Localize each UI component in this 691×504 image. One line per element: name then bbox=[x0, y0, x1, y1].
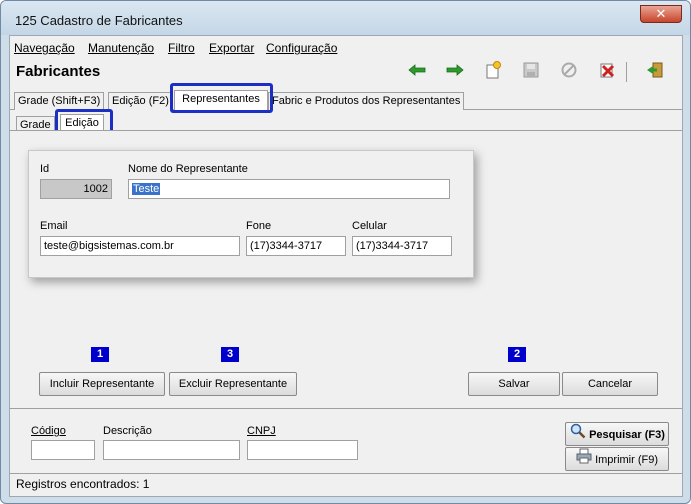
email-label: Email bbox=[40, 220, 68, 232]
search-icon bbox=[570, 423, 586, 447]
client-area: Navegação Manutenção Filtro Exportar Con… bbox=[9, 35, 683, 497]
pesquisar-label: Pesquisar (F3) bbox=[589, 428, 665, 441]
nome-label: Nome do Representante bbox=[128, 163, 248, 175]
email-field[interactable]: teste@bigsistemas.com.br bbox=[40, 236, 240, 256]
codigo-label: Código bbox=[31, 425, 66, 437]
status-bar: Registros encontrados: 1 bbox=[10, 474, 682, 496]
save-icon[interactable] bbox=[520, 61, 542, 83]
exit-icon[interactable] bbox=[644, 61, 666, 83]
menu-manutencao[interactable]: Manutenção bbox=[88, 41, 154, 55]
toolbar-divider bbox=[626, 62, 627, 82]
highlight-representantes bbox=[170, 83, 273, 113]
incluir-representante-button[interactable]: Incluir Representante bbox=[39, 372, 165, 396]
step-badge-3: 3 bbox=[221, 347, 239, 362]
salvar-button[interactable]: Salvar bbox=[468, 372, 560, 396]
tab-fabric-produtos[interactable]: Fabric e Produtos dos Representantes bbox=[268, 92, 465, 110]
step-badge-2: 2 bbox=[508, 347, 526, 362]
tab-edicao[interactable]: Edição (F2) bbox=[108, 92, 173, 110]
printer-icon bbox=[576, 448, 592, 472]
arrow-right-icon[interactable] bbox=[444, 61, 466, 83]
new-icon[interactable] bbox=[482, 61, 504, 83]
menu-filtro[interactable]: Filtro bbox=[168, 41, 195, 55]
step-badge-1: 1 bbox=[91, 347, 109, 362]
menu-bar: Navegação Manutenção Filtro Exportar Con… bbox=[10, 38, 682, 58]
cnpj-label: CNPJ bbox=[247, 425, 276, 437]
pesquisar-button[interactable]: Pesquisar (F3) bbox=[565, 422, 669, 446]
delete-icon[interactable] bbox=[596, 61, 618, 83]
menu-navegacao[interactable]: Navegação bbox=[14, 41, 75, 55]
codigo-field[interactable] bbox=[31, 440, 95, 460]
nome-field[interactable]: Teste bbox=[128, 179, 450, 199]
celular-field[interactable]: (17)3344-3717 bbox=[352, 236, 452, 256]
menu-exportar[interactable]: Exportar bbox=[209, 41, 254, 55]
page-title: Fabricantes bbox=[16, 63, 101, 80]
main-tabs: Grade (Shift+F3) Edição (F2) Representan… bbox=[10, 90, 682, 111]
fone-field[interactable]: (17)3344-3717 bbox=[246, 236, 346, 256]
descricao-label: Descrição bbox=[103, 425, 152, 437]
page-header: Fabricantes bbox=[10, 58, 682, 86]
cancelar-button[interactable]: Cancelar bbox=[562, 372, 658, 396]
representative-form: Id 1002 Nome do Representante Teste Emai… bbox=[28, 150, 474, 278]
descricao-field[interactable] bbox=[103, 440, 240, 460]
cancel-icon[interactable] bbox=[558, 61, 580, 83]
menu-configuracao[interactable]: Configuração bbox=[266, 41, 337, 55]
imprimir-button[interactable]: Imprimir (F9) bbox=[565, 447, 669, 471]
search-panel: Código Descrição CNPJ Pesquisar (F3) Imp… bbox=[10, 408, 682, 474]
close-button[interactable]: ✕ bbox=[640, 5, 682, 23]
id-field: 1002 bbox=[40, 179, 112, 199]
fone-label: Fone bbox=[246, 220, 272, 232]
nome-value: Teste bbox=[132, 183, 161, 195]
tab-grade[interactable]: Grade (Shift+F3) bbox=[14, 92, 105, 110]
cnpj-field[interactable] bbox=[247, 440, 358, 460]
app-window: 125 Cadastro de Fabricantes ✕ Navegação … bbox=[0, 0, 691, 504]
status-text: Registros encontrados: 1 bbox=[16, 477, 150, 491]
celular-label: Celular bbox=[352, 220, 387, 232]
excluir-representante-button[interactable]: Excluir Representante bbox=[169, 372, 297, 396]
title-bar: 125 Cadastro de Fabricantes ✕ bbox=[1, 1, 690, 35]
imprimir-label: Imprimir (F9) bbox=[595, 453, 658, 466]
window-title: 125 Cadastro de Fabricantes bbox=[15, 13, 183, 28]
arrow-left-icon[interactable] bbox=[406, 61, 428, 83]
id-label: Id bbox=[40, 163, 50, 175]
